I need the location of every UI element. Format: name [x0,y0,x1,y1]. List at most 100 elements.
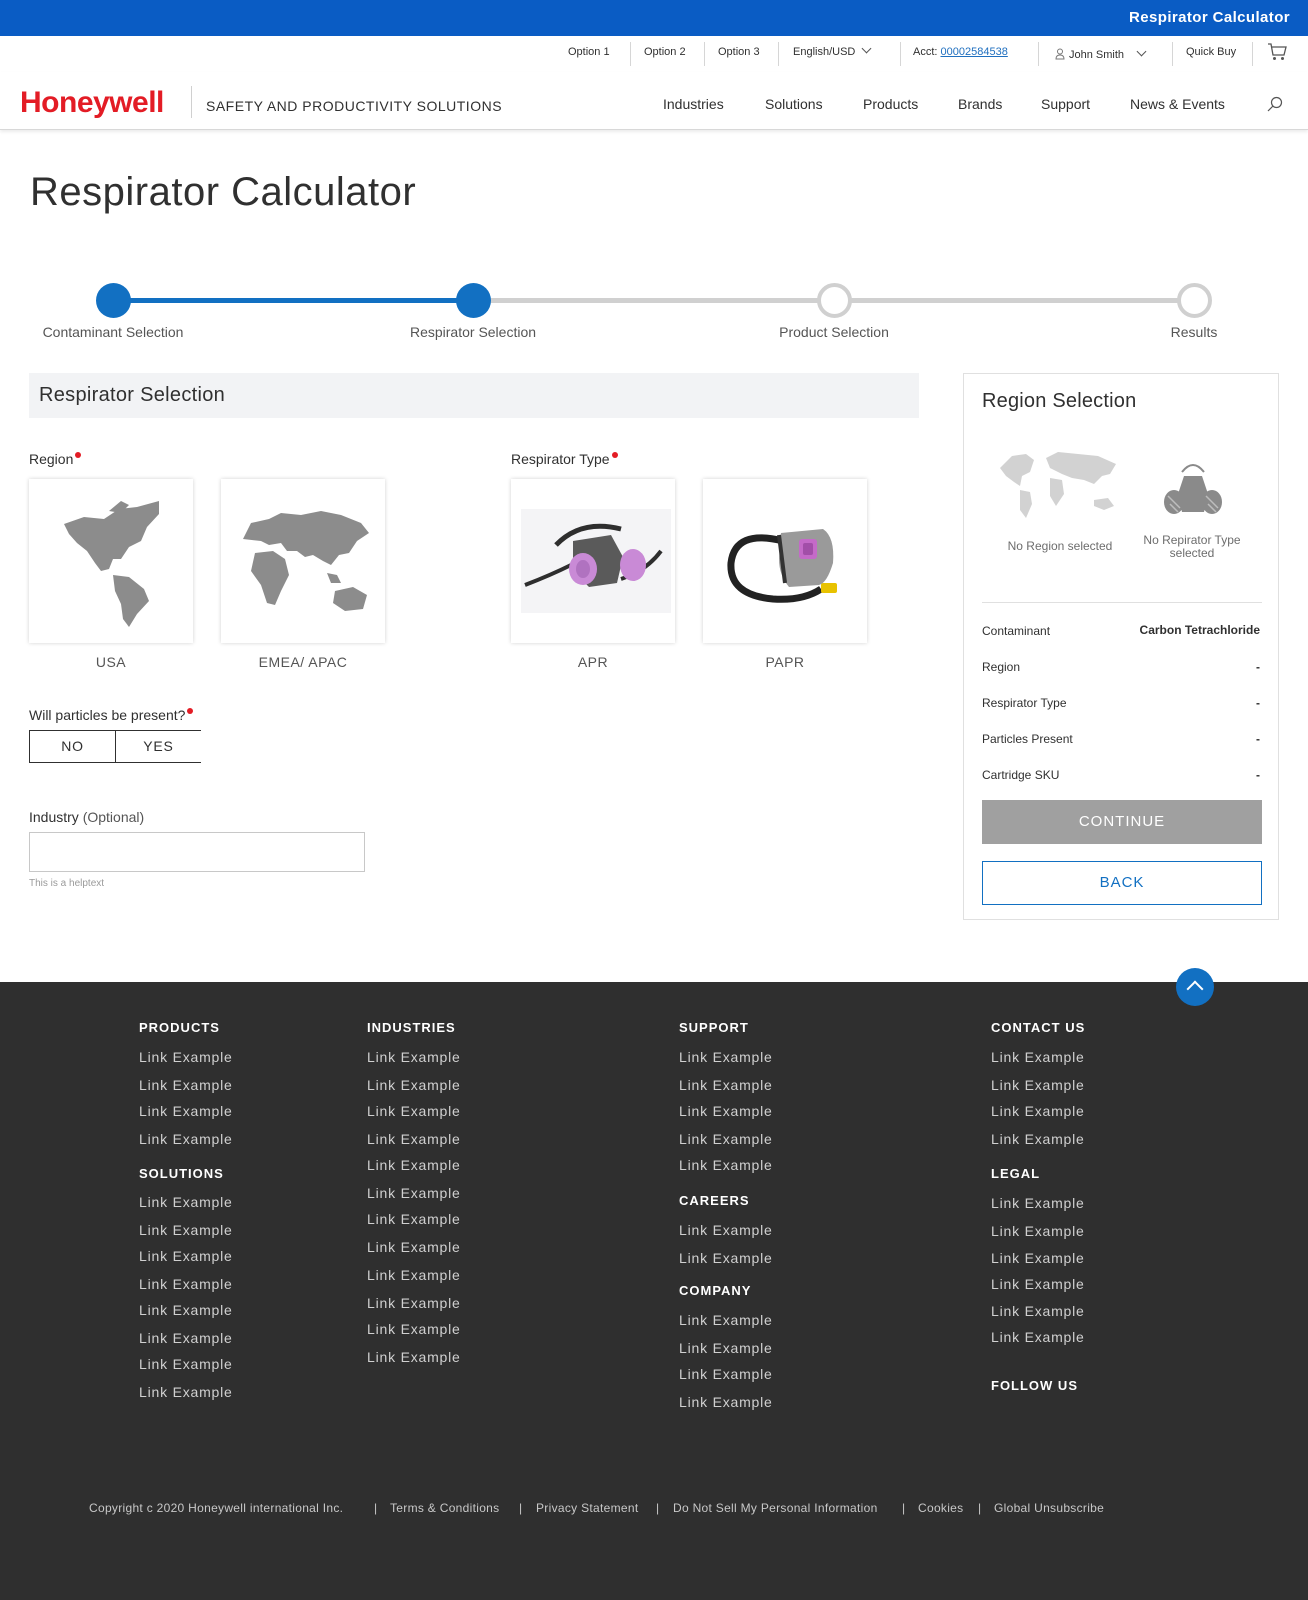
summary-cartridge-value: - [1256,768,1260,782]
option-2-link[interactable]: Option 2 [644,46,686,58]
footer-link[interactable]: Link Example [367,1185,461,1201]
footer-link[interactable]: Link Example [139,1330,233,1346]
footer-link[interactable]: Link Example [679,1394,773,1410]
nav-brands[interactable]: Brands [958,96,1002,112]
footer-heading-solutions: SOLUTIONS [139,1166,224,1181]
nav-industries[interactable]: Industries [663,96,724,112]
footer-link[interactable]: Link Example [139,1356,233,1372]
footer-link[interactable]: Link Example [367,1131,461,1147]
legal-separator: | [978,1501,982,1515]
footer-link[interactable]: Link Example [367,1267,461,1283]
nav-solutions[interactable]: Solutions [765,96,823,112]
option-1-link[interactable]: Option 1 [568,46,610,58]
respirator-apr-tile[interactable] [511,479,675,643]
section-header: Respirator Selection [29,373,919,418]
footer-link[interactable]: Link Example [679,1222,773,1238]
privacy-link[interactable]: Privacy Statement [536,1501,638,1515]
footer-link[interactable]: Link Example [991,1250,1085,1266]
industry-input[interactable] [29,832,365,872]
footer-link[interactable]: Link Example [139,1077,233,1093]
footer-link[interactable]: Link Example [367,1049,461,1065]
footer-link[interactable]: Link Example [679,1157,773,1173]
continue-button[interactable]: CONTINUE [982,800,1262,844]
cookies-link[interactable]: Cookies [918,1501,963,1515]
footer-link[interactable]: Link Example [679,1250,773,1266]
nav-news-events[interactable]: News & Events [1130,96,1225,112]
search-icon[interactable] [1267,96,1283,112]
footer-link[interactable]: Link Example [991,1103,1085,1119]
footer-heading-company: COMPANY [679,1283,752,1298]
footer-link[interactable]: Link Example [991,1303,1085,1319]
footer-link[interactable]: Link Example [139,1103,233,1119]
footer-link[interactable]: Link Example [139,1276,233,1292]
footer-link[interactable]: Link Example [139,1222,233,1238]
footer-link[interactable]: Link Example [367,1349,461,1365]
particles-yes-button[interactable]: YES [116,731,201,762]
footer-link[interactable]: Link Example [139,1131,233,1147]
region-field-label: Region [29,451,82,467]
do-not-sell-link[interactable]: Do Not Sell My Personal Information [673,1501,878,1515]
step-1-label: Contaminant Selection [42,324,184,340]
global-unsubscribe-link[interactable]: Global Unsubscribe [994,1501,1104,1515]
step-2-dot[interactable] [456,283,491,318]
back-to-top-button[interactable] [1176,968,1214,1006]
footer-link[interactable]: Link Example [991,1195,1085,1211]
user-name: John Smith [1069,49,1125,61]
nav-products[interactable]: Products [863,96,918,112]
step-connector-done [113,298,473,303]
user-icon [1055,48,1065,60]
nav-support[interactable]: Support [1041,96,1090,112]
footer-link[interactable]: Link Example [679,1366,773,1382]
region-usa-tile[interactable] [29,479,193,643]
respirator-papr-tile[interactable] [703,479,867,643]
footer-link[interactable]: Link Example [991,1077,1085,1093]
footer-link[interactable]: Link Example [367,1239,461,1255]
terms-link[interactable]: Terms & Conditions [390,1501,499,1515]
footer-link[interactable]: Link Example [367,1321,461,1337]
page-title: Respirator Calculator [30,170,417,214]
footer-link[interactable]: Link Example [367,1103,461,1119]
footer-link[interactable]: Link Example [367,1211,461,1227]
language-selector[interactable]: English/USD [793,43,872,58]
quick-buy-link[interactable]: Quick Buy [1186,46,1236,58]
region-usa-label: USA [95,654,127,670]
chevron-down-icon [861,43,872,54]
footer-link[interactable]: Link Example [991,1049,1085,1065]
footer-link[interactable]: Link Example [679,1049,773,1065]
footer-heading-careers: CAREERS [679,1193,750,1208]
footer-link[interactable]: Link Example [367,1077,461,1093]
footer-link[interactable]: Link Example [139,1049,233,1065]
particles-field-label: Will particles be present? [29,707,194,723]
world-map-icon [1000,452,1116,518]
summary-region-label: Region [982,660,1021,674]
cart-icon[interactable] [1267,43,1287,61]
footer-link[interactable]: Link Example [367,1295,461,1311]
step-4-label: Results [1170,324,1218,340]
footer-link[interactable]: Link Example [367,1157,461,1173]
footer-link[interactable]: Link Example [139,1384,233,1400]
acct-number-link[interactable]: 00002584538 [941,46,1008,58]
footer-link[interactable]: Link Example [991,1276,1085,1292]
footer-link[interactable]: Link Example [679,1340,773,1356]
user-menu[interactable]: John Smith [1055,46,1147,61]
footer-link[interactable]: Link Example [679,1077,773,1093]
footer-link[interactable]: Link Example [991,1131,1085,1147]
footer-link[interactable]: Link Example [991,1223,1085,1239]
step-1-dot[interactable] [96,283,131,318]
footer-link[interactable]: Link Example [139,1248,233,1264]
region-emea-apac-tile[interactable] [221,479,385,643]
back-button[interactable]: BACK [982,861,1262,905]
footer-link[interactable]: Link Example [679,1103,773,1119]
footer-heading-industries: INDUSTRIES [367,1020,456,1035]
option-3-link[interactable]: Option 3 [718,46,760,58]
acct-label: Acct: [913,46,938,58]
respirator-mask-icon [1164,464,1222,514]
step-2-label: Respirator Selection [409,324,537,340]
footer-link[interactable]: Link Example [139,1194,233,1210]
footer-link[interactable]: Link Example [679,1131,773,1147]
particles-no-button[interactable]: NO [30,731,115,762]
footer-link[interactable]: Link Example [679,1312,773,1328]
honeywell-logo[interactable]: Honeywell [20,86,164,120]
footer-link[interactable]: Link Example [991,1329,1085,1345]
footer-link[interactable]: Link Example [139,1302,233,1318]
